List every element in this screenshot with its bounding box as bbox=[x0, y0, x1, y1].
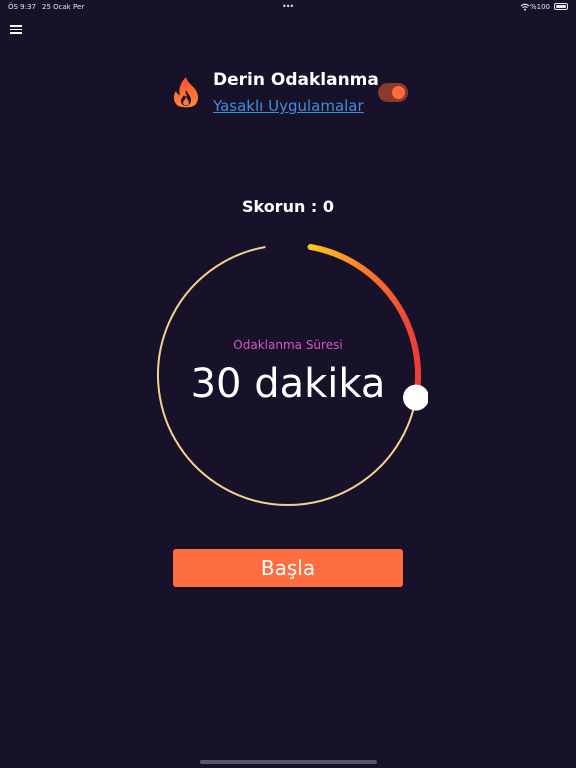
flame-icon bbox=[170, 76, 202, 110]
blocked-apps-link[interactable]: Yasaklı Uygulamalar bbox=[213, 97, 364, 115]
home-indicator[interactable] bbox=[200, 760, 377, 764]
focus-screen: ÖS 9:37 25 Ocak Per ••• %100 Derin Odakl… bbox=[0, 0, 576, 768]
score-label: Skorun : 0 bbox=[241, 197, 335, 216]
status-bar: ÖS 9:37 25 Ocak Per ••• %100 bbox=[0, 0, 576, 14]
status-time: ÖS 9:37 bbox=[8, 3, 36, 11]
page-title: Derin Odaklanma bbox=[213, 70, 379, 90]
duration-value: 30 dakika bbox=[190, 361, 386, 407]
start-button[interactable]: Başla bbox=[173, 549, 403, 587]
deep-focus-toggle[interactable] bbox=[378, 83, 408, 102]
battery-icon bbox=[554, 3, 568, 10]
duration-caption: Odaklanma Süresi bbox=[233, 338, 343, 352]
toggle-knob[interactable] bbox=[392, 86, 405, 99]
hamburger-menu-icon[interactable] bbox=[10, 24, 22, 34]
battery-level bbox=[556, 5, 566, 8]
status-date: 25 Ocak Per bbox=[42, 3, 85, 11]
wifi-icon bbox=[520, 3, 530, 13]
multitasking-dots[interactable]: ••• bbox=[282, 2, 294, 11]
battery-percentage: %100 bbox=[529, 3, 550, 11]
